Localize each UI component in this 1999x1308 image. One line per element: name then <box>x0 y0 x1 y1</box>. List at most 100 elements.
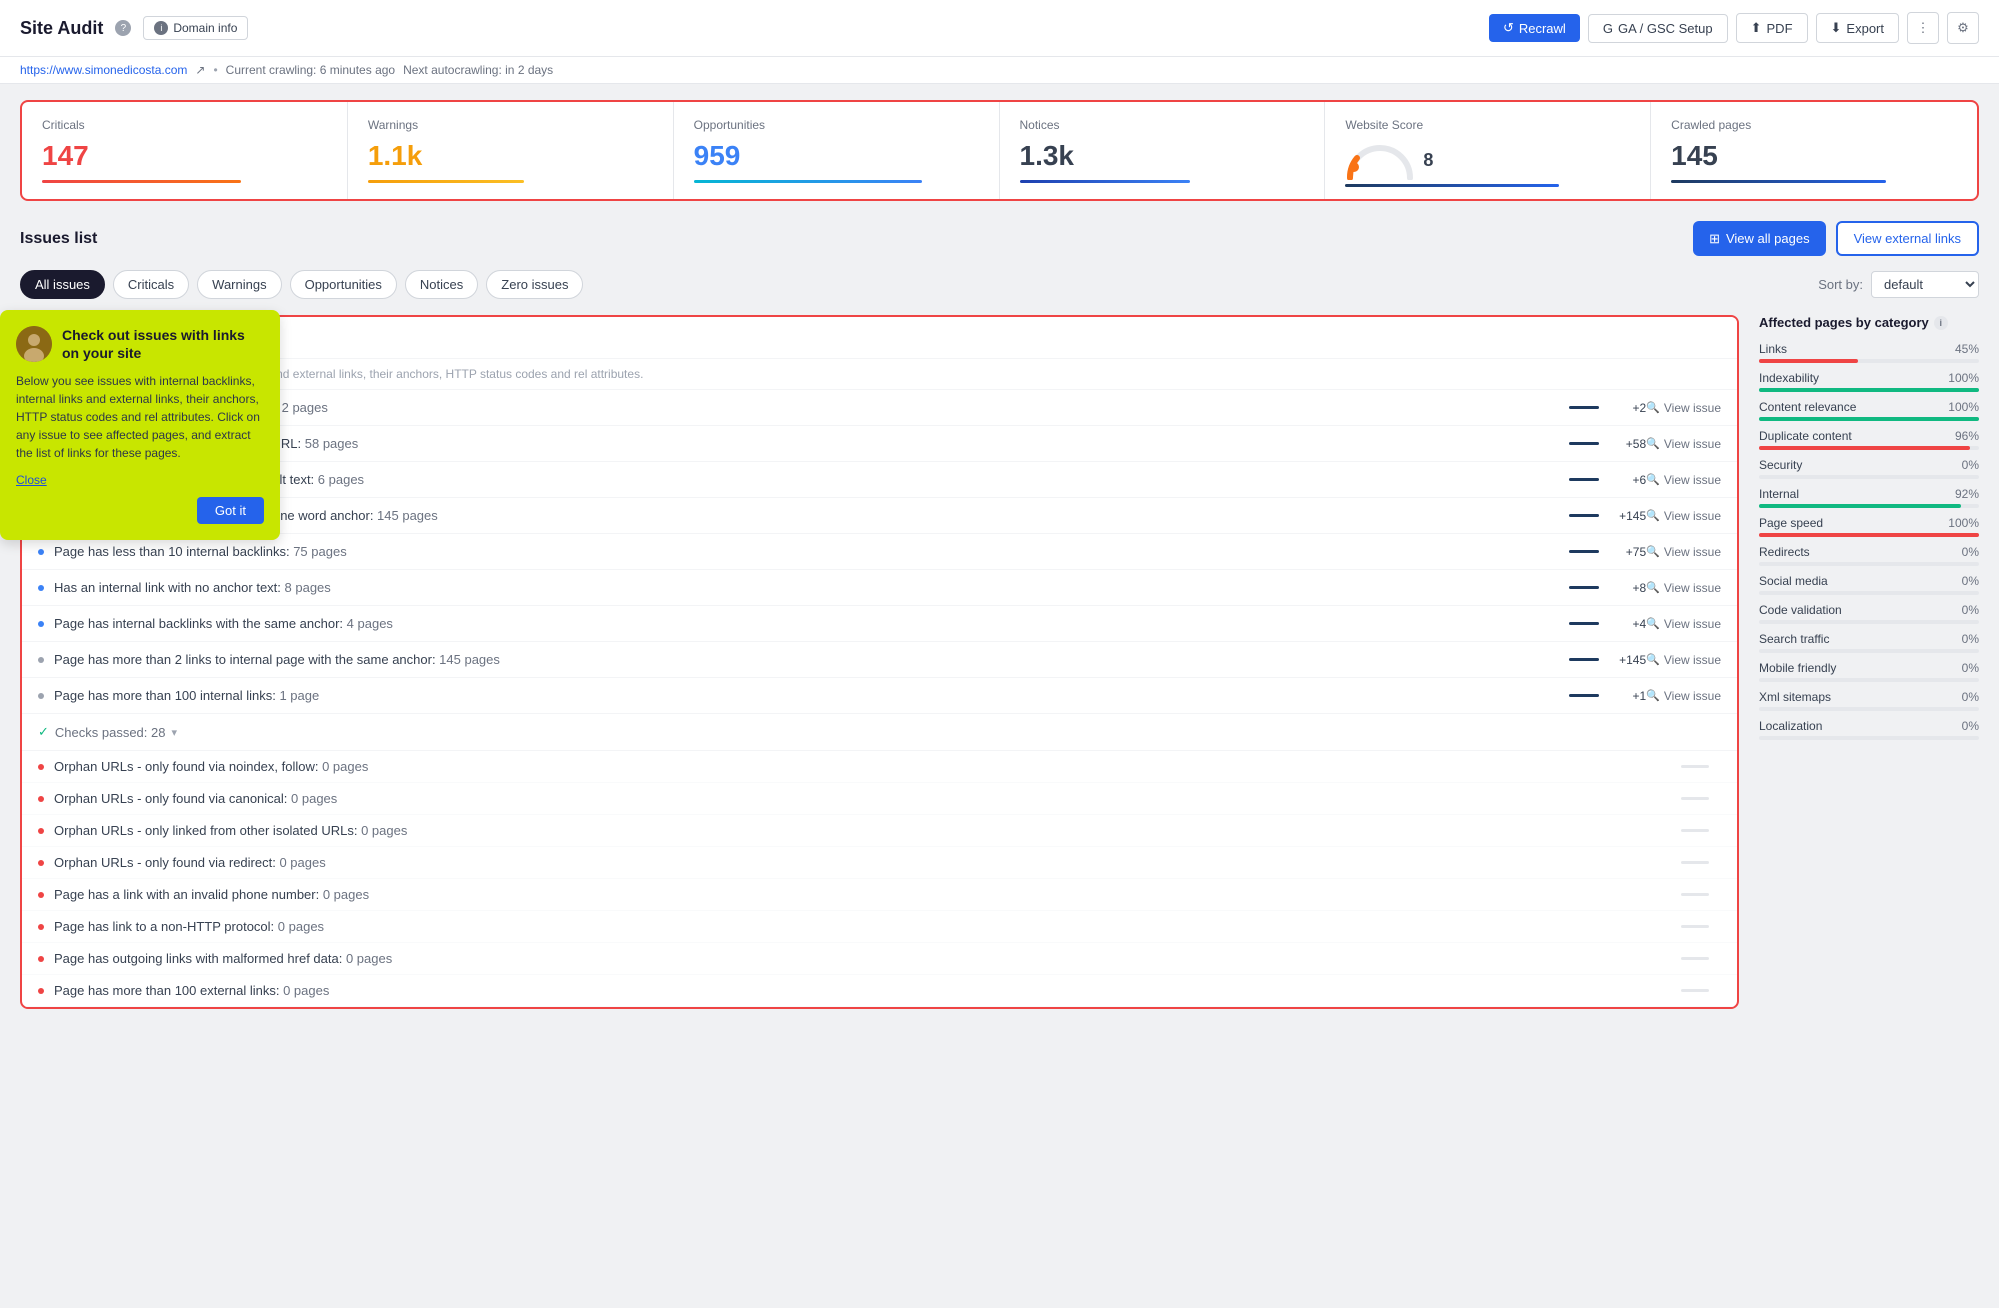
view-all-pages-label: View all pages <box>1726 231 1810 246</box>
export-button[interactable]: ⬇ Export <box>1816 13 1899 43</box>
view-issue-button[interactable]: 🔍 View issue <box>1646 509 1721 523</box>
category-label-row: Xml sitemaps 0% <box>1759 690 1979 704</box>
zero-issue-indicator <box>38 892 44 898</box>
category-bar-bg <box>1759 620 1979 624</box>
main-content: Criticals 147 Warnings 1.1k Opportunitie… <box>0 84 1999 1025</box>
view-external-links-button[interactable]: View external links <box>1836 221 1979 256</box>
category-name: Page speed <box>1759 516 1823 530</box>
category-name: Localization <box>1759 719 1822 733</box>
got-it-button[interactable]: Got it <box>197 497 264 524</box>
category-label-row: Social media 0% <box>1759 574 1979 588</box>
tooltip-footer: Got it <box>16 497 264 524</box>
site-url[interactable]: https://www.simonedicosta.com <box>20 63 187 77</box>
issue-text: Page has more than 100 internal links: 1… <box>54 688 1569 703</box>
domain-info-button[interactable]: i Domain info <box>143 16 248 40</box>
issue-indicator <box>38 693 44 699</box>
checks-passed-label: Checks passed: 28 <box>55 725 166 740</box>
category-pct: 0% <box>1962 719 1979 733</box>
category-pct: 100% <box>1948 400 1979 414</box>
notices-card[interactable]: Notices 1.3k <box>1000 102 1326 199</box>
view-all-pages-button[interactable]: ⊞ View all pages <box>1693 221 1826 256</box>
recrawl-button[interactable]: ↺ Recrawl <box>1489 14 1580 42</box>
content-area: ▾ Links (9 issues) Issues with internal … <box>20 315 1979 1009</box>
issue-text: Page has more than 2 links to internal p… <box>54 652 1569 667</box>
category-name: Social media <box>1759 574 1828 588</box>
help-icon[interactable]: ? <box>115 20 131 36</box>
category-label-row: Duplicate content 96% <box>1759 429 1979 443</box>
zero-issue-indicator <box>38 796 44 802</box>
tooltip-popup: Check out issues with links on your site… <box>0 310 280 540</box>
ga-gsc-button[interactable]: G GA / GSC Setup <box>1588 14 1728 43</box>
tab-warnings[interactable]: Warnings <box>197 270 281 299</box>
category-bar-bg <box>1759 649 1979 653</box>
filter-bar: All issues Criticals Warnings Opportunit… <box>20 270 1979 299</box>
view-issue-button[interactable]: 🔍 View issue <box>1646 437 1721 451</box>
info-badge-icon[interactable]: i <box>1934 316 1948 330</box>
category-label-row: Mobile friendly 0% <box>1759 661 1979 675</box>
zero-bar-area <box>1681 765 1709 768</box>
category-bar-bg <box>1759 475 1979 479</box>
view-issue-button[interactable]: 🔍 View issue <box>1646 473 1721 487</box>
sub-header: https://www.simonedicosta.com ↗ • Curren… <box>0 57 1999 84</box>
issues-title: Issues list <box>20 230 97 248</box>
issue-count: +145 <box>1611 653 1646 667</box>
category-name: Redirects <box>1759 545 1810 559</box>
issue-count: +4 <box>1611 617 1646 631</box>
view-issue-button[interactable]: 🔍 View issue <box>1646 653 1721 667</box>
category-row: Social media 0% <box>1759 574 1979 595</box>
tab-criticals[interactable]: Criticals <box>113 270 189 299</box>
checks-passed[interactable]: ✓ Checks passed: 28 ▾ <box>22 714 1737 751</box>
issue-bar-area <box>1569 406 1599 409</box>
tab-all-issues[interactable]: All issues <box>20 270 105 299</box>
view-issue-button[interactable]: 🔍 View issue <box>1646 581 1721 595</box>
tab-opportunities[interactable]: Opportunities <box>290 270 397 299</box>
tab-notices[interactable]: Notices <box>405 270 478 299</box>
crawl-status: Current crawling: 6 minutes ago <box>226 63 395 77</box>
table-row: Page has outgoing links with malformed h… <box>22 943 1737 975</box>
zero-bar-area <box>1681 989 1709 992</box>
category-bar-bg <box>1759 504 1979 508</box>
sort-label: Sort by: <box>1818 277 1863 292</box>
warnings-label: Warnings <box>368 118 653 132</box>
category-name: Internal <box>1759 487 1799 501</box>
criticals-card[interactable]: Criticals 147 <box>22 102 348 199</box>
table-row: Page has internal backlinks with the sam… <box>22 606 1737 642</box>
zero-issue-text: Orphan URLs - only linked from other iso… <box>54 823 1681 838</box>
share-button[interactable]: ⋮ <box>1907 12 1939 44</box>
category-pct: 0% <box>1962 603 1979 617</box>
zero-issue-text: Orphan URLs - only found via noindex, fo… <box>54 759 1681 774</box>
view-issue-button[interactable]: 🔍 View issue <box>1646 401 1721 415</box>
warnings-value: 1.1k <box>368 140 653 172</box>
category-name: Content relevance <box>1759 400 1856 414</box>
tab-zero-issues[interactable]: Zero issues <box>486 270 583 299</box>
sort-select[interactable]: default alphabetical count <box>1871 271 1979 298</box>
check-icon: ✓ <box>38 724 49 740</box>
pdf-button[interactable]: ⬆ PDF <box>1736 13 1808 43</box>
category-bar-bg <box>1759 446 1979 450</box>
view-issue-button[interactable]: 🔍 View issue <box>1646 689 1721 703</box>
opportunities-card[interactable]: Opportunities 959 <box>674 102 1000 199</box>
category-row: Indexability 100% <box>1759 371 1979 392</box>
website-score-card[interactable]: Website Score 8 <box>1325 102 1651 199</box>
zero-bar-area <box>1681 957 1709 960</box>
settings-button[interactable]: ⚙ <box>1947 12 1979 44</box>
category-bar-fill <box>1759 359 1858 363</box>
category-bar-bg <box>1759 388 1979 392</box>
category-pct: 45% <box>1955 342 1979 356</box>
view-issue-button[interactable]: 🔍 View issue <box>1646 545 1721 559</box>
pdf-icon: ⬆ <box>1751 20 1762 36</box>
issue-mini-bar <box>1569 550 1599 553</box>
issue-bar-area <box>1569 658 1599 661</box>
category-pct: 96% <box>1955 429 1979 443</box>
header-left: Site Audit ? i Domain info <box>20 16 248 40</box>
crawled-pages-card[interactable]: Crawled pages 145 <box>1651 102 1977 199</box>
crawled-pages-label: Crawled pages <box>1671 118 1957 132</box>
category-name: Duplicate content <box>1759 429 1852 443</box>
close-link[interactable]: Close <box>16 473 47 487</box>
issue-count: +75 <box>1611 545 1646 559</box>
view-issue-button[interactable]: 🔍 View issue <box>1646 617 1721 631</box>
pages-icon: ⊞ <box>1709 231 1720 247</box>
warnings-card[interactable]: Warnings 1.1k <box>348 102 674 199</box>
filter-tabs: All issues Criticals Warnings Opportunit… <box>20 270 583 299</box>
category-name: Mobile friendly <box>1759 661 1836 675</box>
